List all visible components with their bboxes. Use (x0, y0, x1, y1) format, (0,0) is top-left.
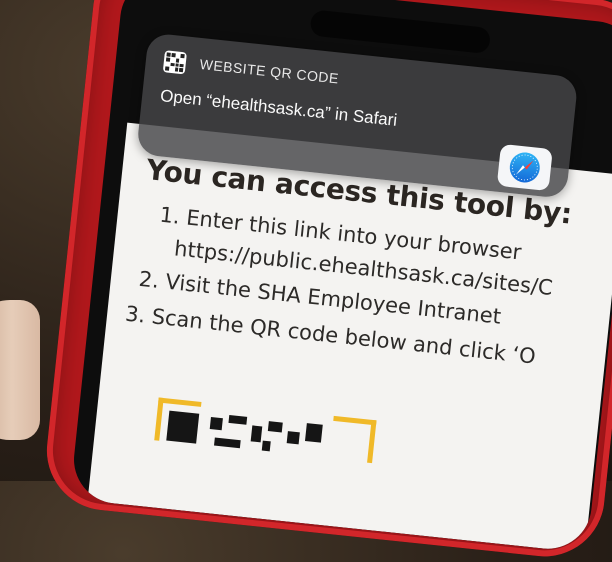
qr-module (286, 431, 300, 445)
qr-code-icon (162, 50, 187, 75)
open-in-safari-button[interactable] (496, 143, 553, 192)
qr-module (209, 417, 223, 431)
qr-module (261, 440, 271, 452)
phone: You can access this tool by: 1. Enter th… (0, 0, 612, 562)
qr-frame-corner-tr (329, 415, 377, 464)
qr-module (228, 414, 248, 425)
speaker-notch (309, 9, 492, 55)
safari-icon (509, 152, 540, 183)
qr-module (267, 421, 283, 433)
qr-module (214, 437, 241, 449)
notification-app-name: WEBSITE QR CODE (198, 55, 340, 87)
qr-finder-pattern (166, 410, 200, 444)
notification-message: Open “ehealthsask.ca” in Safari (159, 86, 399, 130)
qr-module (304, 423, 323, 443)
qr-module (250, 425, 263, 443)
phone-screen: You can access this tool by: 1. Enter th… (69, 0, 612, 554)
